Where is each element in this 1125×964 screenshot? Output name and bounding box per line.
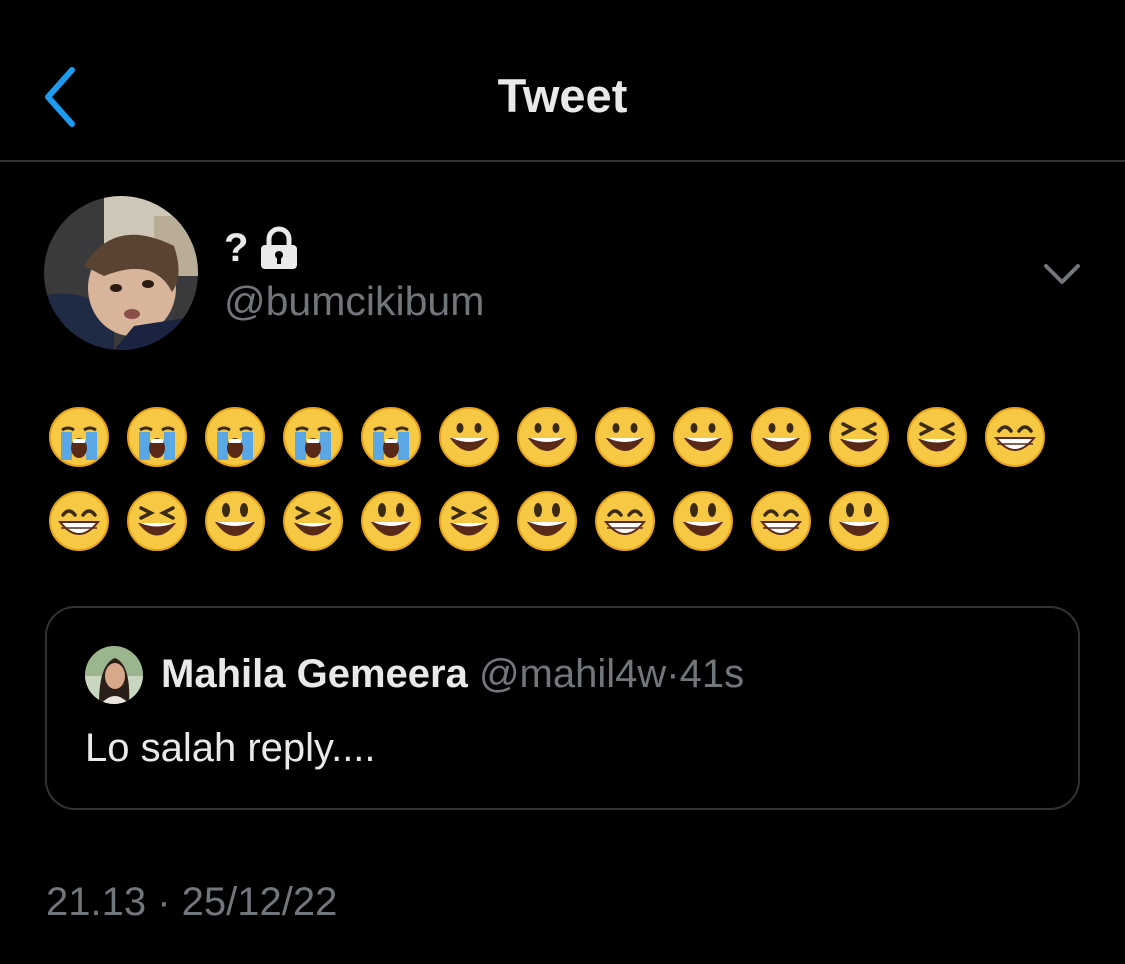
author-name: ?: [224, 225, 249, 270]
beaming-face-emoji-icon: [985, 407, 1045, 467]
page-title: Tweet: [497, 69, 628, 122]
grin-big-face-emoji-icon: [673, 491, 733, 551]
quoted-tweet-card[interactable]: Mahila Gemeera @mahil4w·41s Lo salah rep…: [45, 606, 1080, 810]
beaming-face-emoji-icon: [595, 491, 655, 551]
tweet-timestamp: 21.13 · 25/12/22: [46, 880, 338, 924]
quoted-separator: ·: [666, 652, 680, 696]
quoted-tweet-text: Lo salah reply....: [85, 726, 376, 770]
grinning-face-emoji-icon: [673, 407, 733, 467]
squinting-face-emoji-icon: [829, 407, 889, 467]
squinting-face-emoji-icon: [439, 491, 499, 551]
crying-face-emoji-icon: [127, 407, 187, 467]
quoted-time: 41s: [679, 652, 745, 696]
crying-face-emoji-icon: [49, 407, 109, 467]
top-navigation-bar: Tweet: [0, 0, 1125, 162]
tweet-emoji-row-2: [48, 490, 890, 552]
grinning-face-emoji-icon: [751, 407, 811, 467]
author-name-row: ?: [224, 226, 300, 270]
squinting-face-emoji-icon: [127, 491, 187, 551]
grin-big-face-emoji-icon: [517, 491, 577, 551]
chevron-down-icon[interactable]: [1040, 256, 1084, 292]
grinning-face-emoji-icon: [595, 407, 655, 467]
grin-big-face-emoji-icon: [829, 491, 889, 551]
crying-face-emoji-icon: [283, 407, 343, 467]
grin-big-face-emoji-icon: [205, 491, 265, 551]
grin-big-face-emoji-icon: [361, 491, 421, 551]
author-handle: @bumcikibum: [224, 278, 485, 324]
crying-face-emoji-icon: [361, 407, 421, 467]
quoted-author-name: Mahila Gemeera: [161, 652, 468, 696]
grinning-face-emoji-icon: [439, 407, 499, 467]
tweet-emoji-row-1: [48, 406, 1046, 468]
author-avatar[interactable]: [44, 196, 198, 350]
grinning-face-emoji-icon: [517, 407, 577, 467]
quoted-author-avatar: [85, 646, 143, 704]
squinting-face-emoji-icon: [283, 491, 343, 551]
quoted-author-handle: @mahil4w: [478, 652, 667, 696]
crying-face-emoji-icon: [205, 407, 265, 467]
beaming-face-emoji-icon: [751, 491, 811, 551]
beaming-face-emoji-icon: [49, 491, 109, 551]
squinting-face-emoji-icon: [907, 407, 967, 467]
lock-icon: [261, 226, 298, 269]
quoted-tweet-header: Mahila Gemeera @mahil4w·41s: [161, 652, 744, 697]
